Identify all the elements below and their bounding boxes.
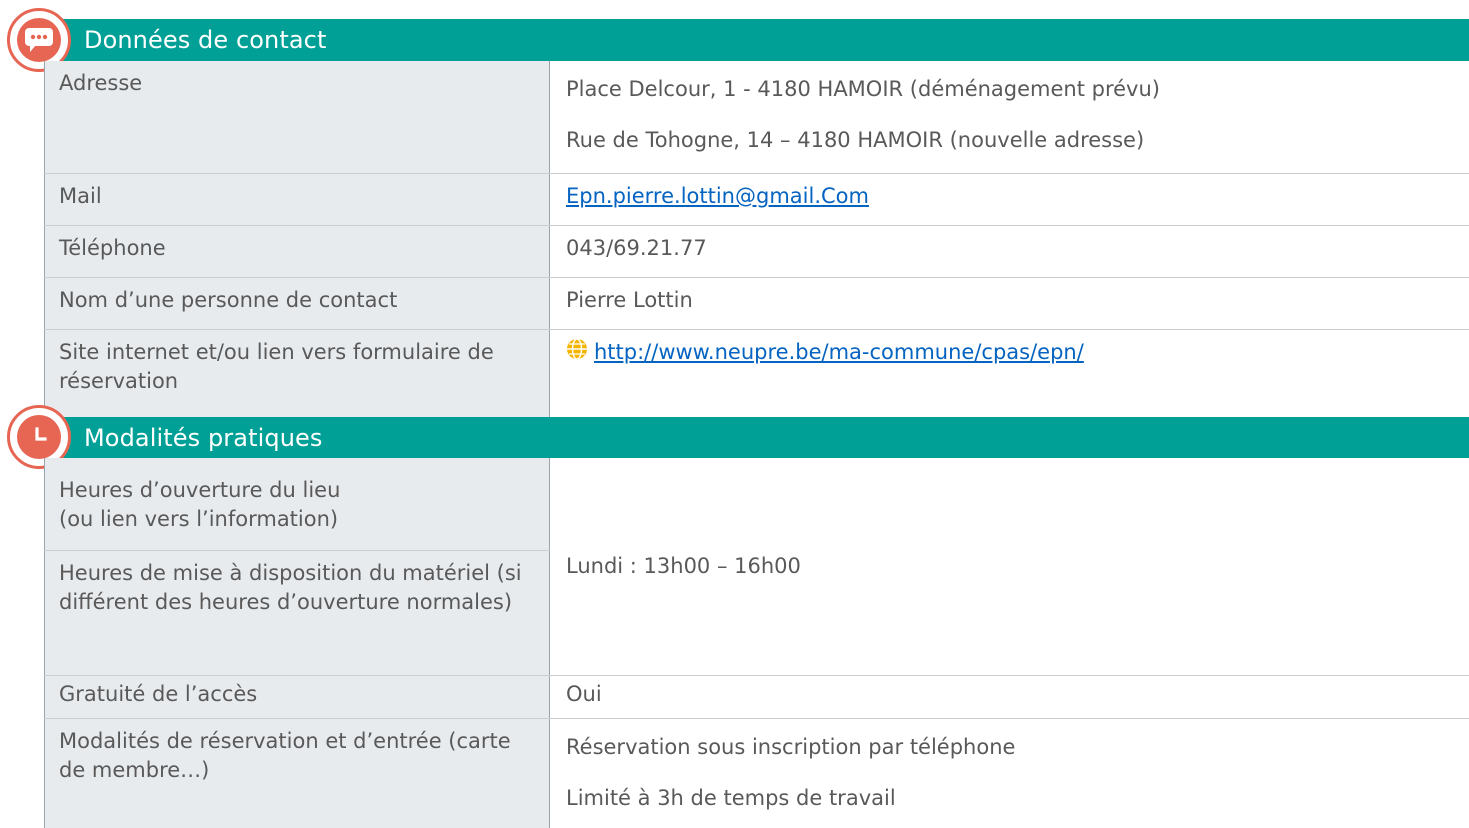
row-label: Heures de mise à disposition du matériel… <box>44 551 550 675</box>
row-label: Gratuité de l’accès <box>44 676 550 718</box>
table-row-mail: Mail Epn.pierre.lottin@gmail.Com <box>44 174 1469 225</box>
row-label: Modalités de réservation et d’entrée (ca… <box>44 719 550 828</box>
section-header-modalites: Modalités pratiques <box>44 417 1469 458</box>
table-row-contact-name: Nom d’une personne de contact Pierre Lot… <box>44 278 1469 329</box>
row-label: Heures d’ouverture du lieu (ou lien vers… <box>44 458 550 550</box>
table-row-hours: Heures d’ouverture du lieu (ou lien vers… <box>44 458 1469 675</box>
row-label: Site internet et/ou lien vers formulaire… <box>44 330 550 417</box>
address-line-2: Rue de Tohogne, 14 – 4180 HAMOIR (nouvel… <box>566 128 1145 152</box>
address-line-1: Place Delcour, 1 - 4180 HAMOIR (déménage… <box>566 77 1160 101</box>
reservation-line-2: Limité à 3h de temps de travail <box>566 786 896 810</box>
reservation-line-1: Réservation sous inscription par télépho… <box>566 735 1016 759</box>
row-value: Place Delcour, 1 - 4180 HAMOIR (déménage… <box>550 61 1469 174</box>
table-row-adresse: Adresse Place Delcour, 1 - 4180 HAMOIR (… <box>44 61 1469 174</box>
row-label: Téléphone <box>44 226 550 277</box>
section-title: Données de contact <box>84 26 327 54</box>
table-row-reservation: Modalités de réservation et d’entrée (ca… <box>44 719 1469 828</box>
free-access-value: Oui <box>550 676 1469 718</box>
email-link[interactable]: Epn.pierre.lottin@gmail.Com <box>566 184 869 208</box>
row-value: http://www.neupre.be/ma-commune/cpas/epn… <box>550 330 1469 417</box>
table-row-free-access: Gratuité de l’accès Oui <box>44 676 1469 718</box>
section-title: Modalités pratiques <box>84 423 323 452</box>
row-label: Nom d’une personne de contact <box>44 278 550 329</box>
row-label: Mail <box>44 174 550 225</box>
globe-icon <box>566 338 588 368</box>
hours-labels: Heures d’ouverture du lieu (ou lien vers… <box>44 458 550 675</box>
table-row-telephone: Téléphone 043/69.21.77 <box>44 226 1469 277</box>
contact-name-value: Pierre Lottin <box>550 278 1469 329</box>
document-page: Données de contact Adresse Place Delcour… <box>0 0 1469 828</box>
row-value: Epn.pierre.lottin@gmail.Com <box>550 174 1469 225</box>
website-link[interactable]: http://www.neupre.be/ma-commune/cpas/epn… <box>594 340 1084 364</box>
row-label: Adresse <box>44 61 550 174</box>
section-header-contact: Données de contact <box>44 19 1469 61</box>
table-row-website: Site internet et/ou lien vers formulaire… <box>44 330 1469 417</box>
hours-value: Lundi : 13h00 – 16h00 <box>550 458 1469 675</box>
row-value: Réservation sous inscription par télépho… <box>550 719 1469 828</box>
phone-value: 043/69.21.77 <box>550 226 1469 277</box>
